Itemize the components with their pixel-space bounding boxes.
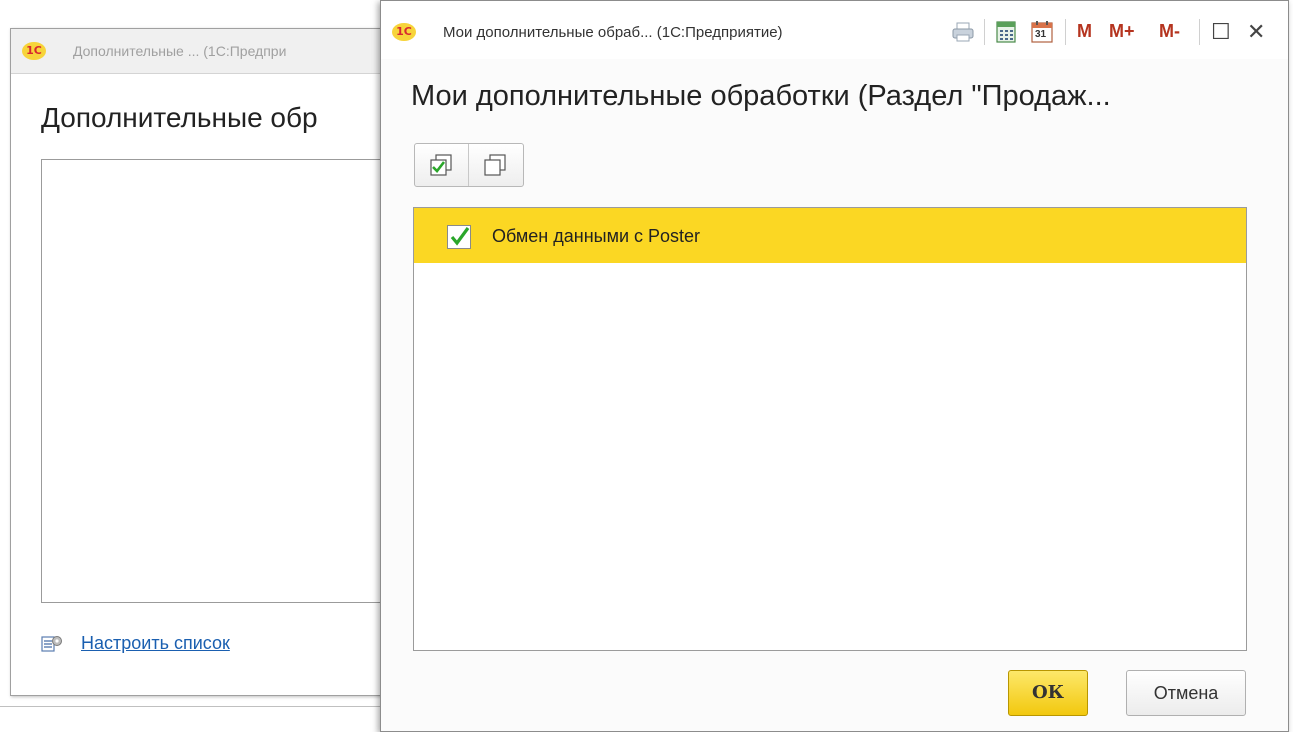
background-window-title: Дополнительные ... (1С:Предпри [73, 43, 287, 59]
background-window-titlebar[interactable]: 1C Дополнительные ... (1С:Предпри [11, 29, 391, 74]
toolbar-separator [984, 19, 985, 45]
calculator-icon[interactable] [993, 19, 1019, 45]
app-logo-1c-icon: 1C [22, 42, 46, 60]
configure-list-link[interactable]: Настроить список [81, 633, 230, 654]
ok-button[interactable]: ОК [1008, 670, 1088, 716]
memory-plus-button[interactable]: M+ [1109, 21, 1135, 42]
check-all-button[interactable] [415, 144, 469, 186]
list-item-label: Обмен данными с Poster [492, 226, 701, 246]
calendar-icon[interactable]: 31 [1029, 19, 1055, 45]
check-all-icon [430, 154, 452, 176]
app-logo-1c-icon: 1C [392, 23, 416, 41]
list-item[interactable]: Обмен данными с Poster [414, 208, 1246, 263]
list-settings-icon [41, 636, 62, 652]
background-list[interactable] [41, 159, 391, 603]
processing-list[interactable]: Обмен данными с Poster [413, 207, 1247, 651]
cancel-button[interactable]: Отмена [1126, 670, 1246, 716]
dialog-heading: Мои дополнительные обработки (Раздел "Пр… [411, 80, 1111, 112]
uncheck-all-icon [484, 154, 506, 176]
uncheck-all-button[interactable] [469, 144, 522, 186]
command-bar [414, 143, 524, 187]
list-item-checkbox[interactable] [447, 225, 471, 249]
toolbar-separator [1199, 19, 1200, 45]
print-icon[interactable] [950, 19, 976, 45]
checkmark-icon [450, 227, 470, 246]
dialog-titlebar[interactable]: 1C Мои дополнительные обраб... (1С:Предп… [381, 1, 1288, 59]
background-window-heading: Дополнительные обр [41, 102, 318, 133]
close-icon[interactable]: ✕ [1247, 19, 1265, 45]
maximize-icon[interactable]: ☐ [1211, 19, 1231, 45]
additional-processing-dialog[interactable]: 1C Мои дополнительные обраб... (1С:Предп… [380, 0, 1289, 732]
background-divider [0, 706, 380, 707]
screen: 1C Дополнительные ... (1С:Предпри Дополн… [0, 0, 1293, 732]
memory-m-button[interactable]: M [1077, 21, 1092, 42]
toolbar-separator [1065, 19, 1066, 45]
background-window[interactable]: 1C Дополнительные ... (1С:Предпри Дополн… [10, 28, 392, 696]
memory-minus-button[interactable]: M- [1159, 21, 1180, 42]
calendar-day-label: 31 [1035, 29, 1047, 40]
dialog-title: Мои дополнительные обраб... (1С:Предприя… [443, 24, 783, 41]
